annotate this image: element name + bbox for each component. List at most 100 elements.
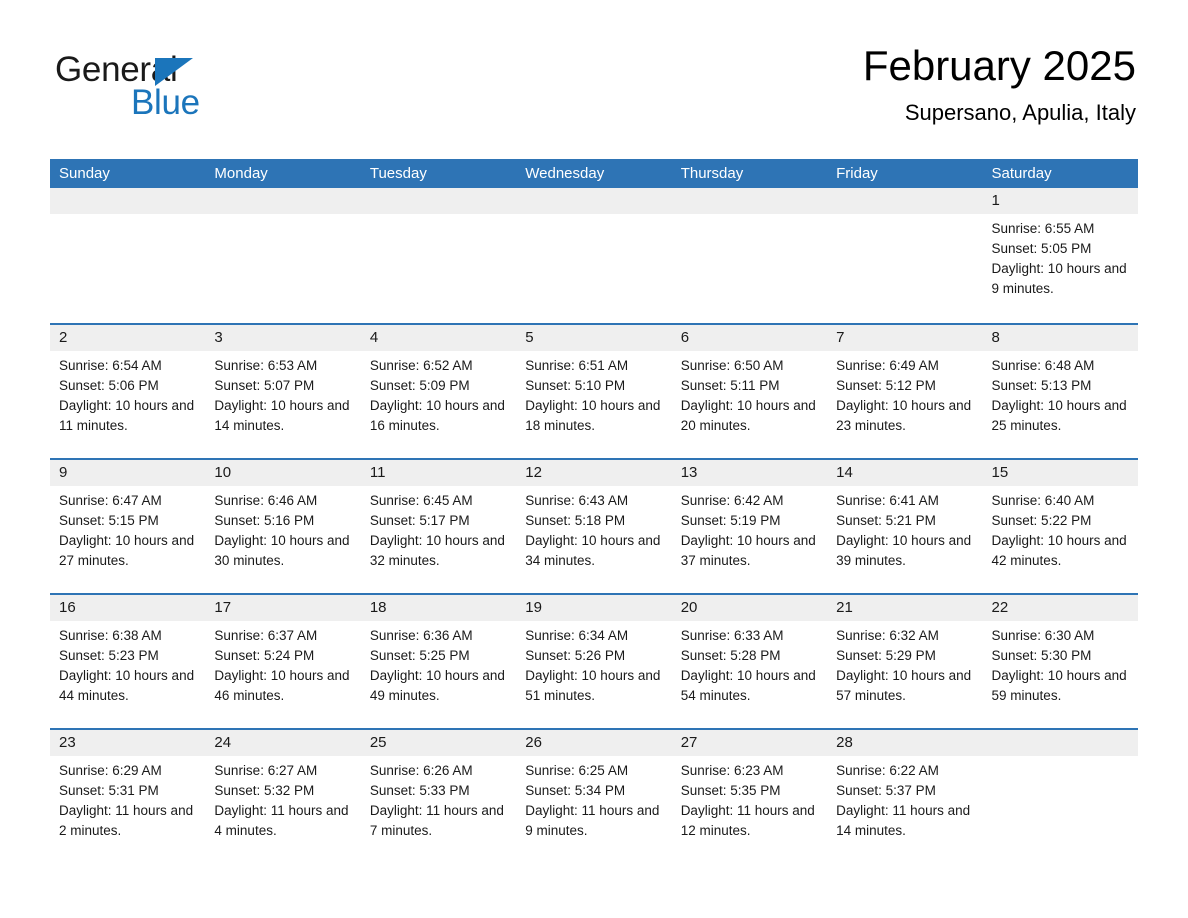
weekday-header-wednesday: Wednesday: [525, 165, 605, 182]
day-cell[interactable]: 17 Sunrise: 6:37 AM Sunset: 5:24 PM Dayligh…: [205, 595, 361, 728]
sunset-text: Sunset: 5:35 PM: [680, 783, 781, 798]
day-cell-empty[interactable]: [360, 188, 517, 323]
day-cell[interactable]: 25 Sunrise: 6:26 AM Sunset: 5:33 PM Dayligh…: [360, 730, 517, 863]
day-cell[interactable]: 5 Sunrise: 6:51 AM Sunset: 5:10 PM Daylight…: [516, 325, 672, 458]
day-cell[interactable]: 28 Sunrise: 6:22 AM Sunset: 5:37 PM Dayligh…: [827, 730, 983, 863]
day-number: 5: [516, 325, 672, 351]
day-number: 11: [360, 460, 517, 486]
sunrise-text: Sunrise: 6:26 AM: [369, 763, 473, 778]
day-number: [982, 730, 1138, 756]
calendar-week-row: 23 Sunrise: 6:29 AM Sunset: 5:31 PM Dayligh…: [50, 728, 1138, 863]
daylight-text: Daylight: 10 hours and 44 minutes.: [59, 668, 195, 703]
day-details: Sunrise: 6:37 AM Sunset: 5:24 PM Daylight:…: [205, 621, 360, 706]
calendar-grid: Sunday Monday Tuesday Wednesday Thursday Frid…: [50, 159, 1138, 863]
day-details: Sunrise: 6:51 AM Sunset: 5:10 PM Daylight:…: [516, 351, 671, 436]
day-cell[interactable]: 16 Sunrise: 6:38 AM Sunset: 5:23 PM Dayligh…: [50, 595, 206, 728]
day-cell[interactable]: 2 Sunrise: 6:54 AM Sunset: 5:06 PM Daylight…: [50, 325, 206, 458]
sunrise-text: Sunrise: 6:29 AM: [59, 763, 162, 778]
weekday-header-tuesday: Tuesday: [369, 165, 427, 182]
sunrise-text: Sunrise: 6:48 AM: [991, 358, 1095, 373]
sunrise-text: Sunrise: 6:22 AM: [836, 763, 939, 778]
sunrise-text: Sunrise: 6:54 AM: [59, 358, 162, 373]
day-cell-empty[interactable]: [982, 730, 1138, 863]
day-cell[interactable]: 24 Sunrise: 6:27 AM Sunset: 5:32 PM Dayligh…: [205, 730, 361, 863]
sunset-text: Sunset: 5:10 PM: [525, 378, 626, 393]
daylight-text: Daylight: 10 hours and 54 minutes.: [680, 668, 816, 703]
day-cell[interactable]: 6 Sunrise: 6:50 AM Sunset: 5:11 PM Daylight…: [671, 325, 828, 458]
day-cell[interactable]: 18 Sunrise: 6:36 AM Sunset: 5:25 PM Dayligh…: [360, 595, 517, 728]
day-details: Sunrise: 6:33 AM Sunset: 5:28 PM Daylight:…: [672, 621, 827, 706]
sunrise-text: Sunrise: 6:37 AM: [214, 628, 318, 643]
sunrise-text: Sunrise: 6:34 AM: [525, 628, 629, 643]
sunrise-text: Sunrise: 6:51 AM: [525, 358, 629, 373]
sunrise-text: Sunrise: 6:43 AM: [525, 493, 629, 508]
day-cell[interactable]: 11 Sunrise: 6:45 AM Sunset: 5:17 PM Dayligh…: [360, 460, 517, 593]
day-details: Sunrise: 6:43 AM Sunset: 5:18 PM Daylight:…: [516, 486, 671, 571]
weekday-header-saturday: Saturday: [991, 165, 1052, 182]
day-number: 14: [827, 460, 983, 486]
day-cell[interactable]: 14 Sunrise: 6:41 AM Sunset: 5:21 PM Dayligh…: [827, 460, 983, 593]
day-details: Sunrise: 6:53 AM Sunset: 5:07 PM Daylight:…: [205, 351, 360, 436]
day-number: 13: [671, 460, 828, 486]
day-cell[interactable]: 1 Sunrise: 6:55 AM Sunset: 5:05 PM Daylight…: [982, 188, 1138, 323]
day-details: Sunrise: 6:26 AM Sunset: 5:33 PM Daylight:…: [361, 756, 516, 841]
sunset-text: Sunset: 5:07 PM: [214, 378, 315, 393]
day-cell[interactable]: 9 Sunrise: 6:47 AM Sunset: 5:15 PM Daylight…: [50, 460, 206, 593]
day-details: Sunrise: 6:52 AM Sunset: 5:09 PM Daylight:…: [361, 351, 516, 436]
daylight-text: Daylight: 10 hours and 57 minutes.: [836, 668, 972, 703]
daylight-text: Daylight: 10 hours and 59 minutes.: [991, 668, 1127, 703]
sunset-text: Sunset: 5:18 PM: [525, 513, 626, 528]
day-number: 12: [516, 460, 672, 486]
day-cell[interactable]: 15 Sunrise: 6:40 AM Sunset: 5:22 PM Dayligh…: [982, 460, 1138, 593]
day-cell[interactable]: 21 Sunrise: 6:32 AM Sunset: 5:29 PM Dayligh…: [827, 595, 983, 728]
day-cell[interactable]: 26 Sunrise: 6:25 AM Sunset: 5:34 PM Dayligh…: [516, 730, 672, 863]
sunset-text: Sunset: 5:12 PM: [836, 378, 936, 393]
daylight-text: Daylight: 10 hours and 32 minutes.: [369, 533, 505, 568]
day-cell-empty[interactable]: [205, 188, 361, 323]
day-number: [827, 188, 983, 214]
day-details: Sunrise: 6:40 AM Sunset: 5:22 PM Daylight:…: [983, 486, 1138, 571]
day-number: 19: [516, 595, 672, 621]
day-details: Sunrise: 6:22 AM Sunset: 5:37 PM Daylight:…: [827, 756, 982, 841]
daylight-text: Daylight: 10 hours and 23 minutes.: [836, 398, 972, 433]
day-number: 25: [360, 730, 517, 756]
day-cell[interactable]: 10 Sunrise: 6:46 AM Sunset: 5:16 PM Dayligh…: [205, 460, 361, 593]
sunrise-text: Sunrise: 6:50 AM: [680, 358, 784, 373]
day-details: Sunrise: 6:23 AM Sunset: 5:35 PM Daylight:…: [672, 756, 827, 841]
day-cell[interactable]: 3 Sunrise: 6:53 AM Sunset: 5:07 PM Daylight…: [205, 325, 361, 458]
sunset-text: Sunset: 5:11 PM: [680, 378, 780, 393]
daylight-text: Daylight: 11 hours and 2 minutes.: [59, 803, 194, 838]
logo-triangle-icon: [155, 58, 193, 86]
day-cell[interactable]: 4 Sunrise: 6:52 AM Sunset: 5:09 PM Daylight…: [360, 325, 517, 458]
calendar-week-row: 16 Sunrise: 6:38 AM Sunset: 5:23 PM Dayligh…: [50, 593, 1138, 728]
day-cell[interactable]: 22 Sunrise: 6:30 AM Sunset: 5:30 PM Dayligh…: [982, 595, 1138, 728]
day-cell[interactable]: 20 Sunrise: 6:33 AM Sunset: 5:28 PM Dayligh…: [671, 595, 828, 728]
daylight-text: Daylight: 11 hours and 4 minutes.: [214, 803, 349, 838]
day-number: [671, 188, 828, 214]
page-subtitle: Supersano, Apulia, Italy: [904, 100, 1136, 125]
daylight-text: Daylight: 10 hours and 9 minutes.: [991, 261, 1127, 296]
day-cell[interactable]: 19 Sunrise: 6:34 AM Sunset: 5:26 PM Dayligh…: [516, 595, 672, 728]
daylight-text: Daylight: 10 hours and 11 minutes.: [59, 398, 195, 433]
calendar-weeks: 1 Sunrise: 6:55 AM Sunset: 5:05 PM Daylight…: [50, 188, 1138, 863]
sunset-text: Sunset: 5:30 PM: [991, 648, 1092, 663]
sunrise-text: Sunrise: 6:53 AM: [214, 358, 318, 373]
day-cell[interactable]: 12 Sunrise: 6:43 AM Sunset: 5:18 PM Dayligh…: [516, 460, 672, 593]
daylight-text: Daylight: 10 hours and 39 minutes.: [836, 533, 972, 568]
day-cell[interactable]: 7 Sunrise: 6:49 AM Sunset: 5:12 PM Daylight…: [827, 325, 983, 458]
day-cell-empty[interactable]: [827, 188, 983, 323]
day-cell-empty[interactable]: [50, 188, 206, 323]
sunrise-text: Sunrise: 6:25 AM: [525, 763, 629, 778]
day-details: Sunrise: 6:38 AM Sunset: 5:23 PM Daylight:…: [50, 621, 205, 706]
calendar-page: General Blue February 2025 Supersano, Ap…: [0, 0, 1188, 918]
day-cell[interactable]: 13 Sunrise: 6:42 AM Sunset: 5:19 PM Dayligh…: [671, 460, 828, 593]
day-cell-empty[interactable]: [516, 188, 672, 323]
day-cell[interactable]: 23 Sunrise: 6:29 AM Sunset: 5:31 PM Dayligh…: [50, 730, 206, 863]
day-details: Sunrise: 6:30 AM Sunset: 5:30 PM Daylight:…: [983, 621, 1138, 706]
sunset-text: Sunset: 5:28 PM: [680, 648, 781, 663]
day-cell-empty[interactable]: [671, 188, 828, 323]
day-number: 2: [50, 325, 206, 351]
day-cell[interactable]: 8 Sunrise: 6:48 AM Sunset: 5:13 PM Daylight…: [982, 325, 1138, 458]
sunrise-text: Sunrise: 6:30 AM: [991, 628, 1095, 643]
day-cell[interactable]: 27 Sunrise: 6:23 AM Sunset: 5:35 PM Dayligh…: [671, 730, 828, 863]
